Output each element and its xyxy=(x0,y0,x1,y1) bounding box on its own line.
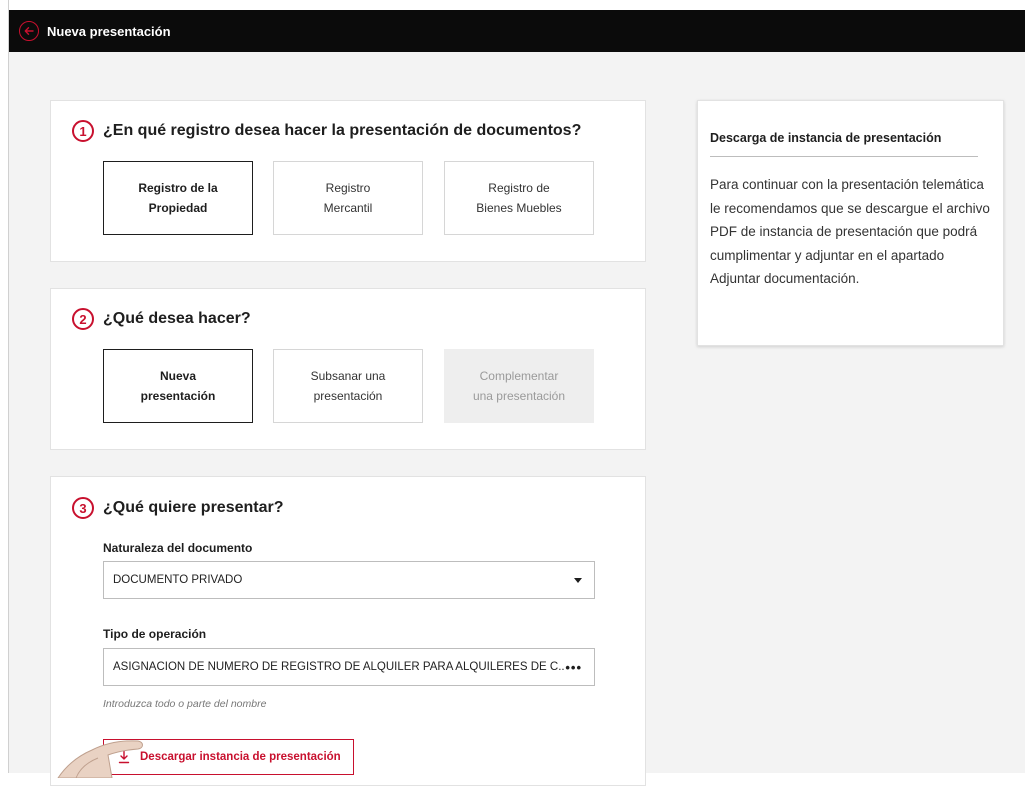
more-dots-icon[interactable]: ••• xyxy=(565,660,582,675)
step-2-number: 2 xyxy=(72,308,94,330)
tipo-operacion-value: ASIGNACIÓN DE NÚMERO DE REGISTRO DE ALQU… xyxy=(113,661,566,673)
option-nueva-presentacion[interactable]: Nueva presentación xyxy=(103,349,253,423)
option-complementar-presentacion: Complementar una presentación xyxy=(444,349,594,423)
back-button[interactable] xyxy=(19,21,39,41)
step-2-card: 2 ¿Qué desea hacer? Nueva presentación S… xyxy=(50,288,646,450)
download-button-label: Descargar instancia de presentación xyxy=(140,751,341,763)
naturaleza-select[interactable]: DOCUMENTO PRIVADO xyxy=(103,561,595,599)
tipo-operacion-hint: Introduzca todo o parte del nombre xyxy=(103,698,267,710)
option-subsanar-presentacion[interactable]: Subsanar una presentación xyxy=(273,349,423,423)
tipo-operacion-label: Tipo de operación xyxy=(103,627,207,641)
sidebar-body: Para continuar con la presentación telem… xyxy=(710,177,990,286)
tipo-operacion-input[interactable]: ASIGNACIÓN DE NÚMERO DE REGISTRO DE ALQU… xyxy=(103,648,595,686)
hand-cursor-icon xyxy=(56,738,146,783)
step-3-number: 3 xyxy=(72,497,94,519)
page-title: Nueva presentación xyxy=(47,23,171,39)
step-2-title: ¿Qué desea hacer? xyxy=(103,310,251,327)
window-top-margin xyxy=(0,0,1025,10)
step-3-title: ¿Qué quiere presentar? xyxy=(103,499,284,516)
main-content: 1 ¿En qué registro desea hacer la presen… xyxy=(9,52,1025,786)
step-2-header: 2 ¿Qué desea hacer? xyxy=(72,308,251,330)
step-3-header: 3 ¿Qué quiere presentar? xyxy=(72,497,284,519)
naturaleza-value: DOCUMENTO PRIVADO xyxy=(113,574,243,586)
top-bar: Nueva presentación xyxy=(9,10,1025,52)
option-registro-bienes-muebles[interactable]: Registro de Bienes Muebles xyxy=(444,161,594,235)
option-registro-propiedad[interactable]: Registro de la Propiedad xyxy=(103,161,253,235)
arrow-left-circle-icon xyxy=(24,27,34,35)
step-1-number: 1 xyxy=(72,120,94,142)
caret-down-icon xyxy=(574,577,582,583)
step-1-card: 1 ¿En qué registro desea hacer la presen… xyxy=(50,100,646,262)
window-left-margin xyxy=(0,0,9,773)
sidebar-download-info: Descarga de instancia de presentación Pa… xyxy=(697,100,1004,346)
step-1-title: ¿En qué registro desea hacer la presenta… xyxy=(103,122,582,139)
step-1-header: 1 ¿En qué registro desea hacer la presen… xyxy=(72,120,581,142)
sidebar-title: Descarga de instancia de presentación xyxy=(710,131,942,145)
sidebar-divider xyxy=(710,156,978,157)
option-registro-mercantil[interactable]: Registro Mercantil xyxy=(273,161,423,235)
naturaleza-label: Naturaleza del documento xyxy=(103,541,253,555)
